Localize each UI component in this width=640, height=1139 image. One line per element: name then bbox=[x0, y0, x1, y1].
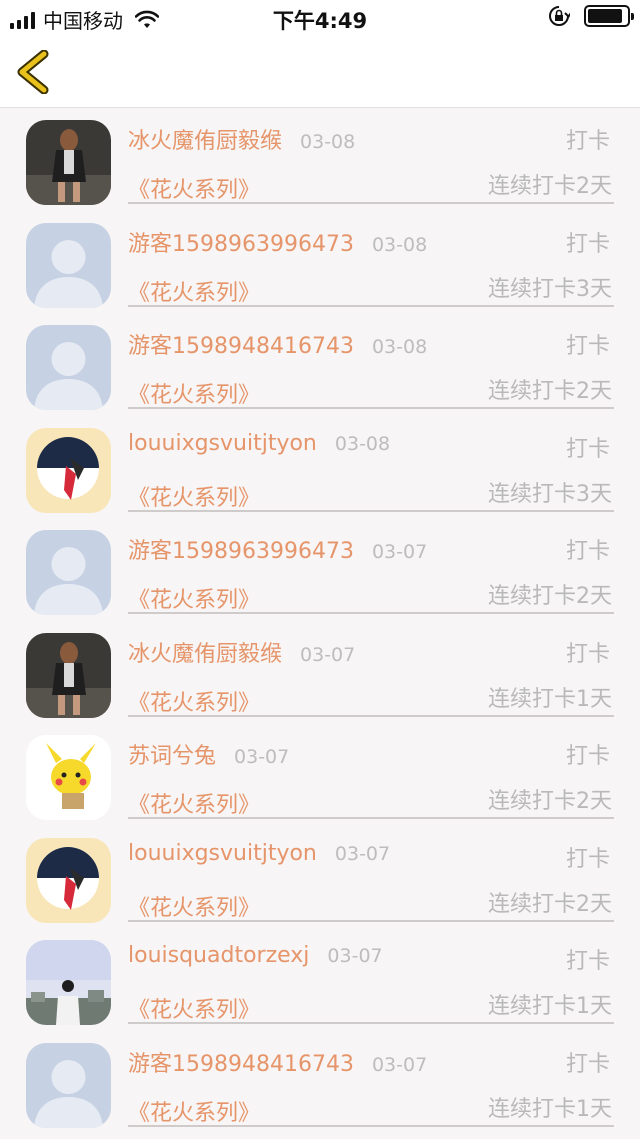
avatar[interactable] bbox=[26, 735, 111, 820]
series-title[interactable]: 《花火系列》 bbox=[128, 582, 260, 614]
series-title[interactable]: 《花火系列》 bbox=[128, 275, 260, 307]
series-title[interactable]: 《花火系列》 bbox=[128, 480, 260, 512]
series-title[interactable]: 《花火系列》 bbox=[128, 377, 260, 409]
user-name[interactable]: 冰火魔侑厨毅缑 03-08 bbox=[128, 123, 355, 155]
row-divider bbox=[128, 817, 614, 819]
series-title[interactable]: 《花火系列》 bbox=[128, 992, 260, 1024]
list-item[interactable]: 冰火魔侑厨毅缑 03-07 打卡《花火系列》 连续打卡1天 bbox=[0, 621, 640, 724]
row-divider bbox=[128, 1124, 614, 1127]
list-item[interactable]: 游客1598948416743 03-07 打卡《花火系列》 连续打卡1天 bbox=[0, 1031, 640, 1134]
user-name[interactable]: louuixgsvuitjtyon 03-07 bbox=[128, 841, 390, 866]
streak-count: 连续打卡1天 bbox=[488, 1096, 612, 1122]
list-item[interactable]: 游客1598963996473 03-08 打卡《花火系列》 连续打卡3天 bbox=[0, 211, 640, 314]
avatar[interactable] bbox=[26, 325, 111, 410]
user-name-text: 游客1598963996473 bbox=[128, 231, 354, 257]
row-divider bbox=[128, 1022, 614, 1024]
avatar[interactable] bbox=[26, 120, 111, 205]
streak-count: 连续打卡3天 bbox=[488, 276, 612, 302]
checkin-date: 03-08 bbox=[334, 432, 391, 455]
orientation-lock-icon bbox=[549, 6, 570, 26]
user-name-text: louuixgsvuitjtyon bbox=[128, 840, 317, 866]
user-name-text: louuixgsvuitjtyon bbox=[128, 430, 317, 456]
avatar[interactable] bbox=[26, 427, 111, 513]
streak-count: 连续打卡2天 bbox=[488, 789, 612, 814]
streak-count: 连续打卡1天 bbox=[488, 686, 612, 712]
checkin-label: 打卡 bbox=[565, 1051, 610, 1077]
row-divider bbox=[128, 509, 614, 512]
user-name-text: louisquadtorzexj bbox=[128, 943, 310, 968]
user-name[interactable]: 游客1598948416743 03-07 bbox=[128, 1046, 427, 1078]
user-name[interactable]: louisquadtorzexj 03-07 bbox=[128, 943, 383, 968]
series-title[interactable]: 《花火系列》 bbox=[128, 172, 260, 204]
row-divider bbox=[128, 304, 614, 307]
user-name[interactable]: 冰火魔侑厨毅缑 03-07 bbox=[128, 636, 355, 668]
user-name[interactable]: 苏词兮兔 03-07 bbox=[128, 738, 289, 770]
user-name[interactable]: 游客1598963996473 03-08 bbox=[128, 226, 427, 258]
avatar[interactable] bbox=[26, 222, 111, 308]
streak-count: 连续打卡2天 bbox=[488, 379, 612, 404]
series-title[interactable]: 《花火系列》 bbox=[128, 890, 260, 922]
checkin-label: 打卡 bbox=[565, 334, 610, 359]
checkin-list: 冰火魔侑厨毅缑 03-08 打卡 《花火系列》 连续打卡2天 游客15989639964… bbox=[0, 108, 640, 1133]
user-name-text: 游客1598948416743 bbox=[128, 334, 354, 359]
checkin-label: 打卡 bbox=[565, 436, 610, 462]
avatar[interactable] bbox=[26, 940, 111, 1025]
user-name[interactable]: 游客1598948416743 03-08 bbox=[128, 328, 427, 360]
checkin-date: 03-08 bbox=[300, 131, 356, 153]
status-time: 下午4:49 bbox=[272, 9, 368, 33]
checkin-label: 打卡 bbox=[565, 539, 610, 564]
user-name-text: 苏词兮兔 bbox=[128, 744, 217, 769]
streak-count: 连续打卡3天 bbox=[488, 481, 612, 507]
avatar[interactable] bbox=[26, 632, 111, 718]
user-name[interactable]: louuixgsvuitjtyon 03-08 bbox=[128, 431, 390, 456]
series-title[interactable]: 《花火系列》 bbox=[128, 1095, 260, 1127]
avatar[interactable] bbox=[26, 837, 111, 923]
nav-bar bbox=[0, 36, 640, 108]
row-divider bbox=[128, 202, 614, 204]
checkin-date: 03-08 bbox=[371, 336, 428, 358]
avatar[interactable] bbox=[26, 1042, 111, 1128]
list-item[interactable]: 游客1598963996473 03-07 打卡《花火系列》 连续打卡2天 bbox=[0, 518, 640, 621]
checkin-label: 打卡 bbox=[565, 744, 610, 769]
list-item[interactable]: 冰火魔侑厨毅缑 03-08 打卡《花火系列》 连续打卡2天 bbox=[0, 108, 640, 211]
list-item[interactable]: louuixgsvuitjtyon 03-07 打卡《花火系列》 连续打卡2天 bbox=[0, 826, 640, 929]
series-title[interactable]: 《花火系列》 bbox=[128, 787, 260, 819]
streak-count: 连续打卡2天 bbox=[488, 584, 612, 609]
row-divider bbox=[128, 714, 614, 717]
battery-icon bbox=[584, 5, 634, 27]
checkin-label: 打卡 bbox=[565, 129, 610, 154]
row-divider bbox=[128, 919, 614, 922]
checkin-label: 打卡 bbox=[565, 641, 610, 667]
list-item[interactable]: 苏词兮兔 03-07 打卡《花火系列》 连续打卡2天 bbox=[0, 723, 640, 826]
series-title[interactable]: 《花火系列》 bbox=[128, 685, 260, 717]
user-name[interactable]: 游客1598963996473 03-07 bbox=[128, 533, 427, 565]
status-right bbox=[548, 5, 634, 27]
row-divider bbox=[128, 612, 614, 614]
checkin-date: 03-08 bbox=[371, 233, 428, 256]
checkin-date: 03-07 bbox=[371, 1053, 428, 1076]
checkin-label: 打卡 bbox=[565, 949, 610, 974]
checkin-label: 打卡 bbox=[565, 231, 610, 257]
checkin-date: 03-07 bbox=[300, 643, 356, 666]
streak-count: 连续打卡2天 bbox=[488, 891, 612, 917]
list-item[interactable]: louuixgsvuitjtyon 03-08 打卡《花火系列》 连续打卡3天 bbox=[0, 416, 640, 519]
user-name-text: 游客1598963996473 bbox=[128, 539, 354, 564]
checkin-date: 03-07 bbox=[327, 945, 383, 967]
user-name-text: 游客1598948416743 bbox=[128, 1051, 354, 1077]
list-item[interactable]: louisquadtorzexj 03-07 打卡《花火系列》 连续打卡1天 bbox=[0, 928, 640, 1031]
streak-count: 连续打卡1天 bbox=[488, 994, 612, 1019]
chevron-left-icon[interactable] bbox=[14, 50, 54, 94]
list-item[interactable]: 游客1598948416743 03-08 打卡《花火系列》 连续打卡2天 bbox=[0, 313, 640, 416]
status-bar: 中国移动 下午4:49 bbox=[0, 0, 640, 36]
checkin-date: 03-07 bbox=[234, 746, 290, 768]
user-name-text: 冰火魔侑厨毅缑 bbox=[128, 641, 283, 667]
checkin-date: 03-07 bbox=[334, 842, 391, 865]
checkin-date: 03-07 bbox=[371, 541, 428, 563]
row-divider bbox=[128, 407, 614, 409]
checkin-label: 打卡 bbox=[565, 846, 610, 872]
streak-count: 连续打卡2天 bbox=[488, 174, 612, 199]
avatar[interactable] bbox=[26, 530, 111, 615]
user-name-text: 冰火魔侑厨毅缑 bbox=[128, 129, 283, 154]
